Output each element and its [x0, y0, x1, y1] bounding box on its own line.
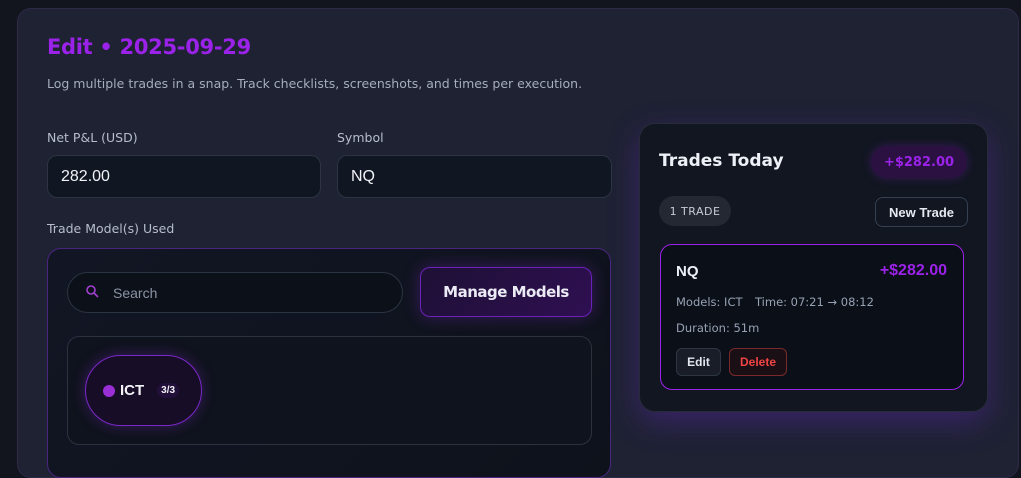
- symbol-input[interactable]: NQ: [337, 155, 612, 198]
- pnl-input[interactable]: 282.00: [47, 155, 321, 198]
- trade-count-badge: 1 TRADE: [659, 196, 731, 226]
- trade-pnl: +$282.00: [879, 262, 947, 279]
- trades-today-title: Trades Today: [659, 151, 784, 171]
- page-subtitle: Log multiple trades in a snap. Track che…: [47, 76, 583, 91]
- edit-trade-button[interactable]: Edit: [676, 348, 721, 376]
- trade-duration: Duration: 51m: [676, 321, 760, 335]
- trade-models: Models: ICT: [676, 295, 743, 309]
- model-name: ICT: [120, 382, 145, 399]
- new-trade-button[interactable]: New Trade: [875, 197, 968, 227]
- model-checklist-count: 3/3: [157, 383, 180, 398]
- models-label: Trade Model(s) Used: [47, 221, 175, 236]
- pnl-label: Net P&L (USD): [47, 130, 138, 145]
- manage-models-button[interactable]: Manage Models: [420, 267, 592, 317]
- delete-trade-button[interactable]: Delete: [729, 348, 787, 376]
- model-chip-ict[interactable]: ICT 3/3: [85, 355, 202, 426]
- page-title: Edit • 2025-09-29: [47, 35, 251, 59]
- search-placeholder: Search: [113, 284, 158, 301]
- search-icon: [86, 283, 99, 302]
- total-pnl-badge: +$282.00: [871, 146, 967, 178]
- model-search-input[interactable]: Search: [67, 272, 403, 313]
- model-color-dot: [103, 384, 115, 397]
- symbol-label: Symbol: [337, 130, 384, 145]
- trade-time: Time: 07:21 → 08:12: [755, 295, 874, 309]
- trade-symbol: NQ: [676, 263, 699, 280]
